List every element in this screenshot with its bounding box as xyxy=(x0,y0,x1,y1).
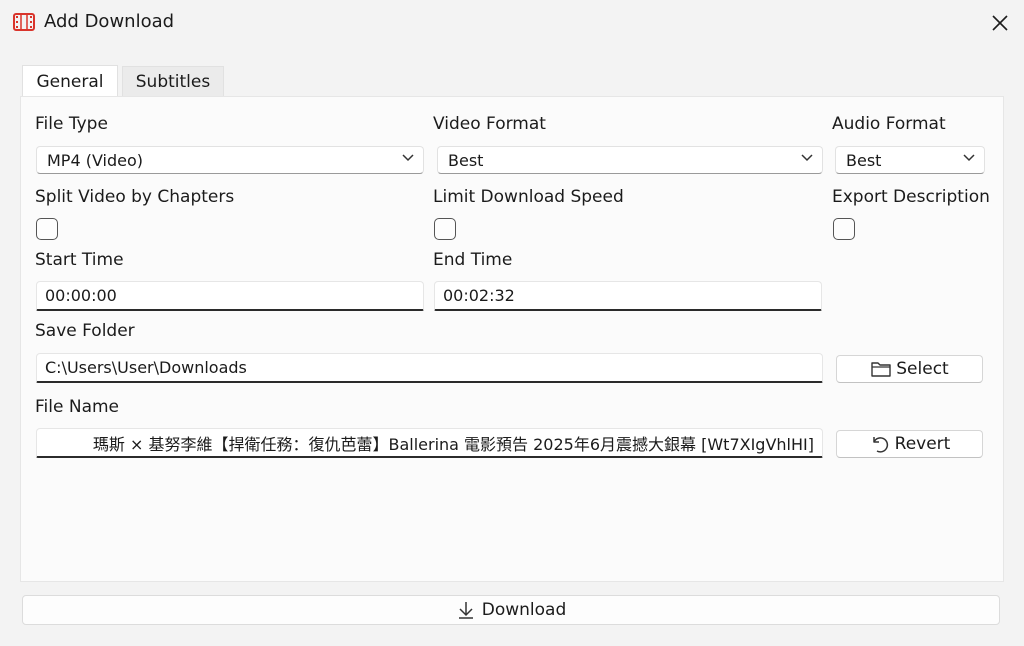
audio-format-select[interactable]: Best xyxy=(835,146,985,174)
end-time-label: End Time xyxy=(433,250,513,270)
download-button-label: Download xyxy=(481,600,567,620)
tab-general[interactable]: General xyxy=(22,65,118,97)
video-format-select[interactable]: Best xyxy=(437,146,823,174)
start-time-label: Start Time xyxy=(35,250,124,270)
export-description-label: Export Description xyxy=(832,187,990,207)
download-button[interactable]: Download xyxy=(22,595,1000,625)
select-folder-button[interactable]: Select xyxy=(836,355,983,383)
limit-speed-label: Limit Download Speed xyxy=(433,187,624,207)
save-folder-input[interactable]: C:\Users\User\Downloads xyxy=(36,353,823,383)
audio-format-value: Best xyxy=(846,150,882,170)
file-name-value: 瑪斯 × 基努李維【捍衛任務：復仇芭蕾】Ballerina 電影預告 2025年… xyxy=(92,434,814,454)
video-format-value: Best xyxy=(448,150,484,170)
tab-subtitles[interactable]: Subtitles xyxy=(122,66,224,96)
split-chapters-checkbox[interactable] xyxy=(36,218,58,240)
close-icon xyxy=(992,15,1008,31)
close-button[interactable] xyxy=(980,6,1020,40)
export-description-checkbox[interactable] xyxy=(833,218,855,240)
audio-format-label: Audio Format xyxy=(832,114,946,134)
film-icon xyxy=(13,13,35,31)
chevron-down-icon xyxy=(963,154,975,162)
start-time-input[interactable]: 00:00:00 xyxy=(36,281,424,311)
limit-speed-checkbox[interactable] xyxy=(434,218,456,240)
save-folder-label: Save Folder xyxy=(35,321,135,341)
title-bar: Add Download xyxy=(0,0,1024,46)
file-name-input[interactable]: 瑪斯 × 基努李維【捍衛任務：復仇芭蕾】Ballerina 電影預告 2025年… xyxy=(36,428,823,458)
split-chapters-label: Split Video by Chapters xyxy=(35,187,235,207)
file-type-value: MP4 (Video) xyxy=(47,150,144,170)
select-button-label: Select xyxy=(896,359,949,379)
revert-button-label: Revert xyxy=(894,434,951,454)
chevron-down-icon xyxy=(801,154,813,162)
video-format-label: Video Format xyxy=(433,114,546,134)
download-arrow-icon xyxy=(458,602,473,619)
file-type-label: File Type xyxy=(35,114,108,134)
file-type-select[interactable]: MP4 (Video) xyxy=(36,146,424,174)
window-title: Add Download xyxy=(44,11,175,32)
end-time-input[interactable]: 00:02:32 xyxy=(434,281,822,311)
file-name-label: File Name xyxy=(35,397,120,417)
undo-icon xyxy=(872,437,888,453)
chevron-down-icon xyxy=(402,154,414,162)
folder-icon xyxy=(871,362,891,377)
revert-button[interactable]: Revert xyxy=(836,430,983,458)
